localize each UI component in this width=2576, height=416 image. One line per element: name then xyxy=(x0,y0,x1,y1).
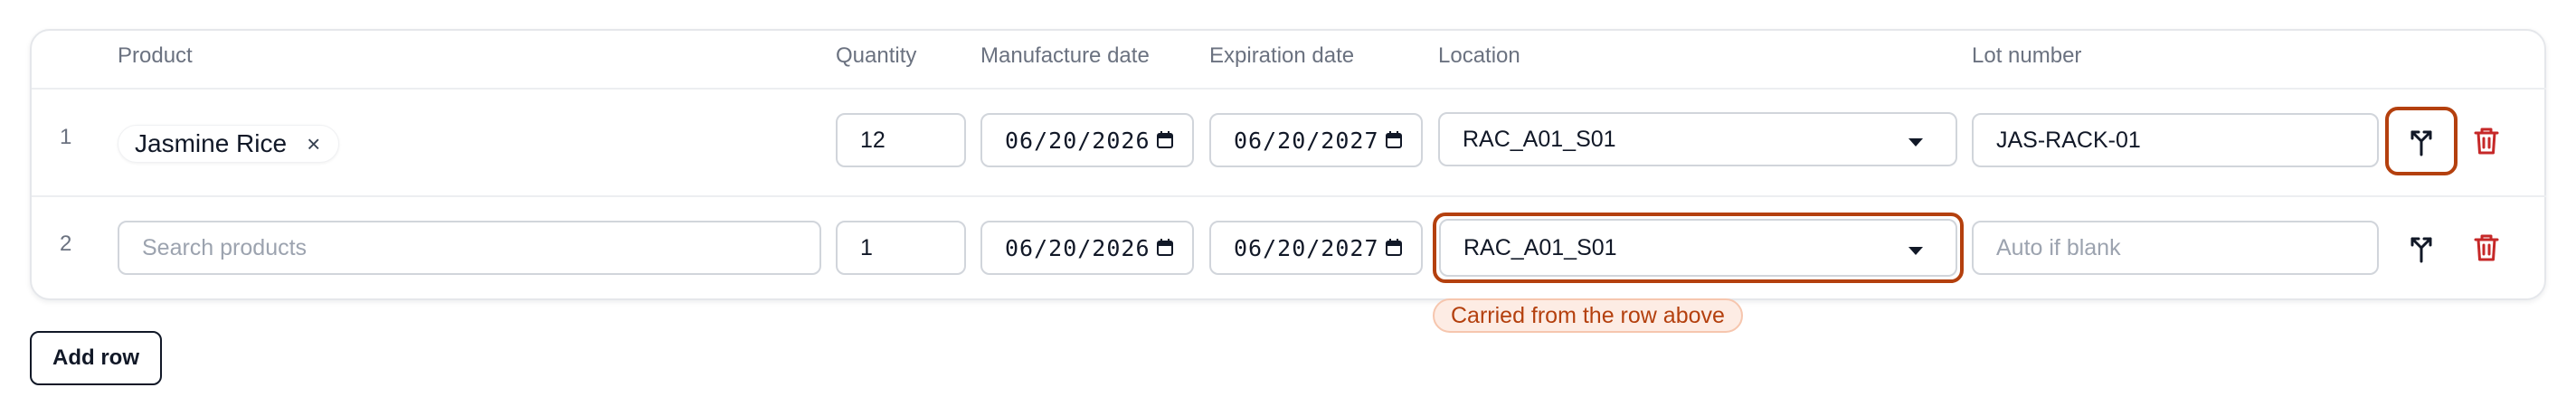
product-chip: Jasmine Rice × xyxy=(118,125,340,163)
header-lot-number: Lot number xyxy=(1972,43,2082,68)
quantity-input[interactable]: 1 xyxy=(836,221,966,275)
row-number: 2 xyxy=(60,232,72,256)
split-row-button[interactable] xyxy=(2401,121,2441,161)
caret-down-icon xyxy=(1908,247,1923,255)
row-divider xyxy=(32,195,2546,197)
caret-down-icon xyxy=(1908,138,1923,147)
calendar-icon[interactable] xyxy=(1156,131,1174,149)
expiration-date-value: 06/20/2027 xyxy=(1234,234,1379,261)
row-number: 1 xyxy=(60,125,72,149)
location-select[interactable]: RAC_A01_S01 xyxy=(1438,112,1957,166)
split-row-button[interactable] xyxy=(2401,228,2441,268)
product-search-placeholder: Search products xyxy=(142,234,308,260)
product-search-input[interactable]: Search products xyxy=(118,221,821,275)
location-select[interactable]: RAC_A01_S01 xyxy=(1439,219,1957,277)
lot-number-input[interactable]: JAS-RACK-01 xyxy=(1972,113,2379,167)
quantity-value: 1 xyxy=(860,234,873,260)
header-quantity: Quantity xyxy=(836,43,917,68)
header-location: Location xyxy=(1438,43,1520,68)
manufacture-date-value: 06/20/2026 xyxy=(1005,127,1151,154)
header-product: Product xyxy=(118,43,193,68)
product-chip-label: Jasmine Rice xyxy=(135,129,288,157)
delete-row-button[interactable] xyxy=(2467,121,2506,161)
add-row-button[interactable]: Add row xyxy=(30,331,162,385)
lot-number-value: JAS-RACK-01 xyxy=(1996,127,2141,153)
manufacture-date-value: 06/20/2026 xyxy=(1005,234,1151,261)
trash-icon xyxy=(2474,128,2499,155)
header-expiration-date: Expiration date xyxy=(1209,43,1355,68)
carried-from-above-badge: Carried from the row above xyxy=(1433,298,1743,333)
header-manufacture-date: Manufacture date xyxy=(980,43,1150,68)
location-value: RAC_A01_S01 xyxy=(1463,126,1616,152)
split-arrows-icon xyxy=(2410,130,2432,156)
manufacture-date-input[interactable]: 06/20/2026 xyxy=(980,113,1194,167)
expiration-date-input[interactable]: 06/20/2027 xyxy=(1209,113,1423,167)
quantity-value: 12 xyxy=(860,127,886,153)
close-icon[interactable]: × xyxy=(307,132,320,156)
split-arrows-icon xyxy=(2410,237,2432,263)
lot-number-placeholder: Auto if blank xyxy=(1996,234,2121,260)
lot-number-input[interactable]: Auto if blank xyxy=(1972,221,2379,275)
trash-icon xyxy=(2474,234,2499,261)
delete-row-button[interactable] xyxy=(2467,228,2506,268)
expiration-date-input[interactable]: 06/20/2027 xyxy=(1209,221,1423,275)
manufacture-date-input[interactable]: 06/20/2026 xyxy=(980,221,1194,275)
calendar-icon[interactable] xyxy=(1156,239,1174,257)
calendar-icon[interactable] xyxy=(1385,131,1403,149)
quantity-input[interactable]: 12 xyxy=(836,113,966,167)
location-value: RAC_A01_S01 xyxy=(1463,234,1617,260)
calendar-icon[interactable] xyxy=(1385,239,1403,257)
header-divider xyxy=(32,88,2546,90)
expiration-date-value: 06/20/2027 xyxy=(1234,127,1379,154)
